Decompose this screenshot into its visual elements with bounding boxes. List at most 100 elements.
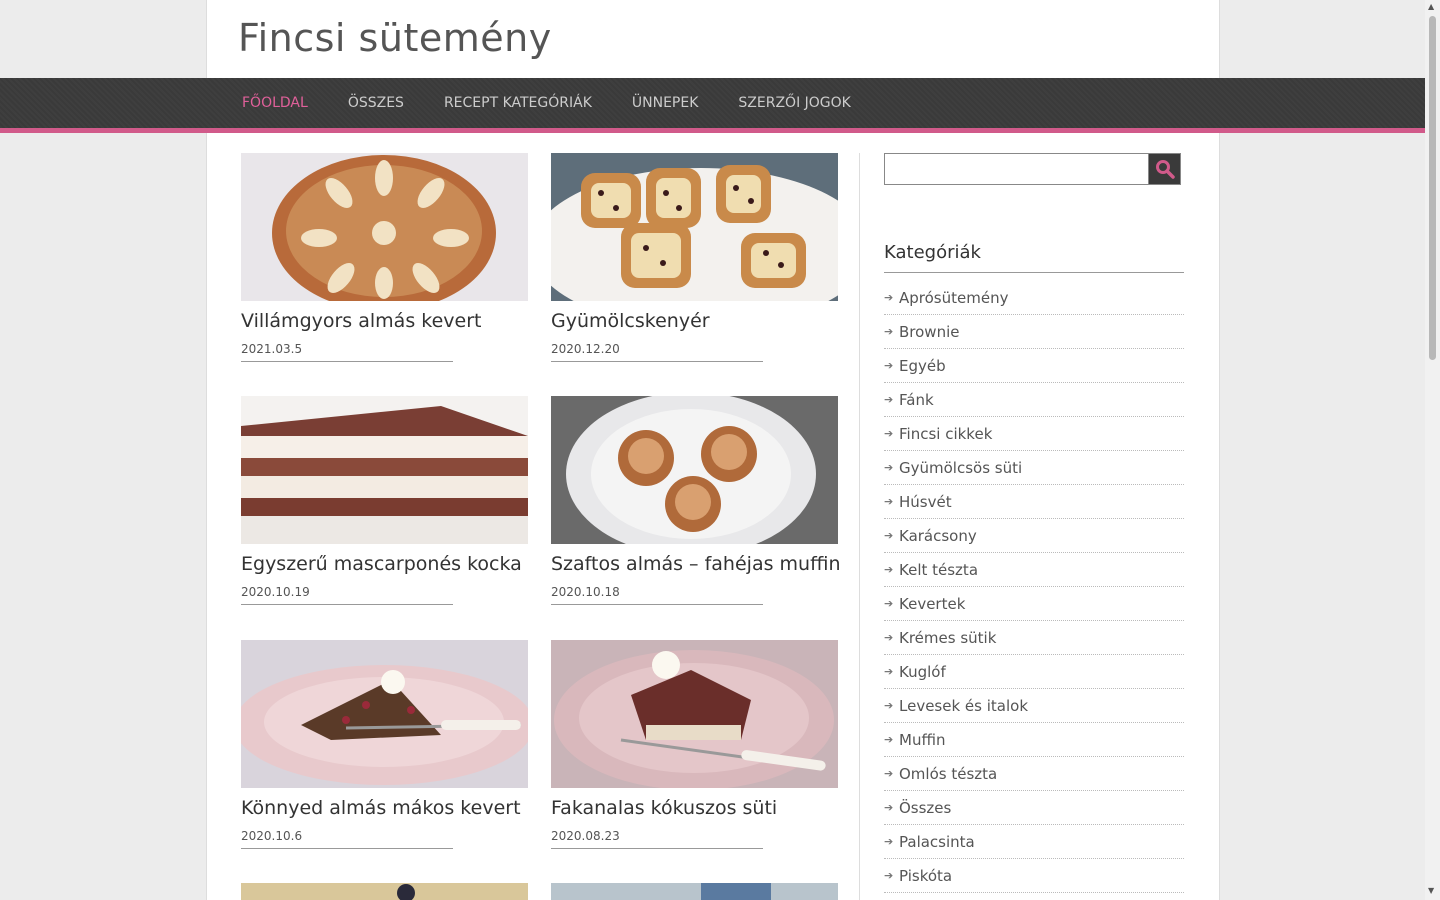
post-date: 2020.10.19 — [241, 585, 453, 605]
category-label: Levesek és italok — [899, 696, 1029, 715]
post-title[interactable]: Szaftos almás – fahéjas muffin — [551, 553, 840, 575]
category-label: Egyéb — [899, 356, 946, 375]
category-item[interactable]: ➔ Húsvét — [884, 485, 1184, 519]
category-item[interactable]: ➔ Omlós tészta — [884, 757, 1184, 791]
category-label: Összes — [899, 798, 952, 817]
arrow-right-icon: ➔ — [884, 767, 894, 780]
post-date: 2020.10.18 — [551, 585, 763, 605]
post-title[interactable]: Gyümölcskenyér — [551, 310, 838, 332]
category-item[interactable]: ➔ Egyéb — [884, 349, 1184, 383]
category-label: Aprósütemény — [899, 288, 1009, 307]
arrow-right-icon: ➔ — [884, 427, 894, 440]
category-item[interactable]: ➔ Levesek és italok — [884, 689, 1184, 723]
category-item[interactable]: ➔ Piskóta — [884, 859, 1184, 893]
scrollbar-thumb[interactable] — [1429, 16, 1436, 360]
post-card: Egyszerű mascarponés kocka 2020.10.19 — [241, 396, 528, 605]
arrow-right-icon: ➔ — [884, 359, 894, 372]
category-list: ➔ Aprósütemény ➔ Brownie ➔ Egyéb ➔ Fánk ➔ Fin… — [884, 281, 1184, 893]
post-card: Szaftos almás – fahéjas muffin 2020.10.1… — [551, 396, 840, 605]
arrow-right-icon: ➔ — [884, 393, 894, 406]
arrow-right-icon: ➔ — [884, 495, 894, 508]
post-card: Fakanalas kókuszos süti 2020.08.23 — [551, 640, 838, 849]
nav-item-szerzoi-jogok[interactable]: Szerzői jogok — [718, 78, 870, 128]
category-label: Fánk — [899, 390, 934, 409]
post-date: 2020.10.6 — [241, 829, 453, 849]
nav-item-fooldal[interactable]: Főoldal — [222, 78, 328, 128]
arrow-right-icon: ➔ — [884, 801, 894, 814]
category-item[interactable]: ➔ Gyümölcsös süti — [884, 451, 1184, 485]
post-date: 2020.08.23 — [551, 829, 763, 849]
post-title[interactable]: Könnyed almás mákos kevert — [241, 797, 528, 819]
nav-item-unnepek[interactable]: Ünnepek — [612, 78, 719, 128]
search-icon — [1155, 160, 1175, 179]
category-label: Omlós tészta — [899, 764, 998, 783]
category-label: Piskóta — [899, 866, 953, 885]
post-date: 2020.12.20 — [551, 342, 763, 362]
category-item[interactable]: ➔ Kevertek — [884, 587, 1184, 621]
category-item[interactable]: ➔ Kuglóf — [884, 655, 1184, 689]
post-title[interactable]: Villámgyors almás kevert — [241, 310, 528, 332]
category-item[interactable]: ➔ Karácsony — [884, 519, 1184, 553]
search-form — [884, 153, 1182, 185]
arrow-right-icon: ➔ — [884, 461, 894, 474]
search-input[interactable] — [884, 153, 1148, 185]
post-thumbnail[interactable] — [551, 640, 838, 788]
category-item[interactable]: ➔ Fánk — [884, 383, 1184, 417]
site-title[interactable]: Fincsi sütemény — [238, 16, 552, 60]
categories-title: Kategóriák — [884, 242, 1184, 273]
category-item[interactable]: ➔ Krémes sütik — [884, 621, 1184, 655]
page-scrollbar[interactable]: ▲ ▼ — [1425, 0, 1440, 900]
arrow-right-icon: ➔ — [884, 733, 894, 746]
post-thumbnail[interactable] — [241, 883, 528, 900]
nav-item-recept-kategoriak[interactable]: Recept kategóriák — [424, 78, 612, 128]
arrow-right-icon: ➔ — [884, 325, 894, 338]
main-navbar: Főoldal Összes Recept kategóriák Ünnepek… — [0, 78, 1425, 133]
post-title[interactable]: Fakanalas kókuszos süti — [551, 797, 838, 819]
category-label: Kelt tészta — [899, 560, 979, 579]
nav-item-osszes[interactable]: Összes — [328, 78, 424, 128]
scroll-down-icon[interactable]: ▼ — [1428, 886, 1434, 895]
arrow-right-icon: ➔ — [884, 665, 894, 678]
category-label: Kuglóf — [899, 662, 946, 681]
scroll-up-icon[interactable]: ▲ — [1428, 2, 1434, 11]
category-item[interactable]: ➔ Kelt tészta — [884, 553, 1184, 587]
post-thumbnail[interactable] — [241, 153, 528, 301]
category-label: Karácsony — [899, 526, 977, 545]
post-card — [551, 883, 838, 900]
arrow-right-icon: ➔ — [884, 835, 894, 848]
category-item[interactable]: ➔ Brownie — [884, 315, 1184, 349]
category-label: Krémes sütik — [899, 628, 997, 647]
post-thumbnail[interactable] — [241, 640, 528, 788]
post-date: 2021.03.5 — [241, 342, 453, 362]
search-button[interactable] — [1148, 153, 1181, 185]
category-label: Húsvét — [899, 492, 952, 511]
category-label: Brownie — [899, 322, 960, 341]
arrow-right-icon: ➔ — [884, 529, 894, 542]
category-label: Palacsinta — [899, 832, 975, 851]
arrow-right-icon: ➔ — [884, 869, 894, 882]
arrow-right-icon: ➔ — [884, 563, 894, 576]
category-label: Kevertek — [899, 594, 966, 613]
nav-menu: Főoldal Összes Recept kategóriák Ünnepek… — [222, 78, 871, 128]
category-item[interactable]: ➔ Muffin — [884, 723, 1184, 757]
post-card — [241, 883, 528, 900]
post-thumbnail[interactable] — [551, 396, 838, 544]
category-item[interactable]: ➔ Fincsi cikkek — [884, 417, 1184, 451]
category-label: Fincsi cikkek — [899, 424, 993, 443]
post-thumbnail[interactable] — [241, 396, 528, 544]
post-thumbnail[interactable] — [551, 883, 838, 900]
arrow-right-icon: ➔ — [884, 291, 894, 304]
category-label: Muffin — [899, 730, 946, 749]
post-thumbnail[interactable] — [551, 153, 838, 301]
category-item[interactable]: ➔ Összes — [884, 791, 1184, 825]
post-title[interactable]: Egyszerű mascarponés kocka — [241, 553, 528, 575]
post-card: Könnyed almás mákos kevert 2020.10.6 — [241, 640, 528, 849]
post-card: Gyümölcskenyér 2020.12.20 — [551, 153, 838, 362]
arrow-right-icon: ➔ — [884, 597, 894, 610]
category-item[interactable]: ➔ Aprósütemény — [884, 281, 1184, 315]
content-divider — [859, 153, 860, 900]
arrow-right-icon: ➔ — [884, 631, 894, 644]
category-label: Gyümölcsös süti — [899, 458, 1023, 477]
post-card: Villámgyors almás kevert 2021.03.5 — [241, 153, 528, 362]
category-item[interactable]: ➔ Palacsinta — [884, 825, 1184, 859]
